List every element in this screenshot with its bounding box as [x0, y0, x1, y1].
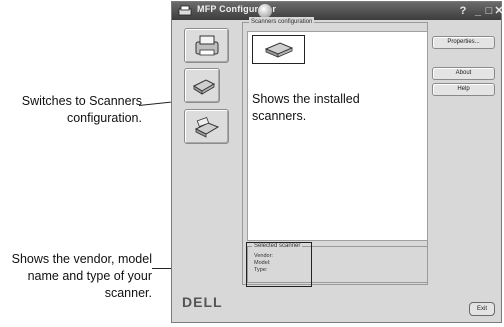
mfp-configurator-window: MFP Configurator ? _ □ ✕ Scanners config…	[171, 1, 504, 323]
globe-icon	[258, 4, 272, 18]
scanner-icon	[264, 42, 294, 58]
selected-scanner-group: Selected scanner Vendor: Model: Type:	[246, 241, 428, 287]
callout-vendor-info: Shows the vendor, model name and type of…	[2, 251, 152, 302]
ports-config-button[interactable]	[184, 109, 229, 144]
selected-scanner-highlight	[246, 242, 312, 287]
printer-icon	[195, 35, 219, 56]
scanners-configuration-group: Scanners configuration Shows the install…	[242, 17, 428, 287]
callout-vendor-info-text: Shows the vendor, model name and type of…	[11, 252, 152, 300]
port-icon	[194, 116, 220, 138]
callout-installed-scanners: Shows the installed scanners.	[252, 92, 360, 123]
installed-scanner-item[interactable]	[252, 35, 305, 64]
scanners-configuration-label: Scanners configuration	[249, 17, 315, 27]
titlebar: MFP Configurator ? _ □ ✕	[172, 2, 504, 20]
printer-icon	[178, 5, 192, 16]
about-button[interactable]: About	[432, 67, 495, 80]
help-button[interactable]: Help	[432, 83, 495, 96]
dell-logo: DELL	[182, 294, 223, 310]
scanners-list[interactable]: Shows the installed scanners.	[247, 31, 428, 241]
leader-line-switch	[138, 101, 171, 106]
scanners-config-button[interactable]	[184, 68, 220, 103]
callout-switch-scanners-text: Switches to Scanners configuration.	[21, 94, 142, 125]
scanner-icon	[192, 79, 216, 95]
close-button[interactable]: ✕	[492, 4, 504, 18]
exit-button[interactable]: Exit	[469, 302, 495, 316]
help-title-button[interactable]: ?	[456, 4, 470, 18]
properties-button[interactable]: Properties...	[432, 36, 495, 49]
callout-switch-scanners: Switches to Scanners configuration.	[2, 93, 142, 127]
printers-config-button[interactable]	[184, 28, 229, 63]
